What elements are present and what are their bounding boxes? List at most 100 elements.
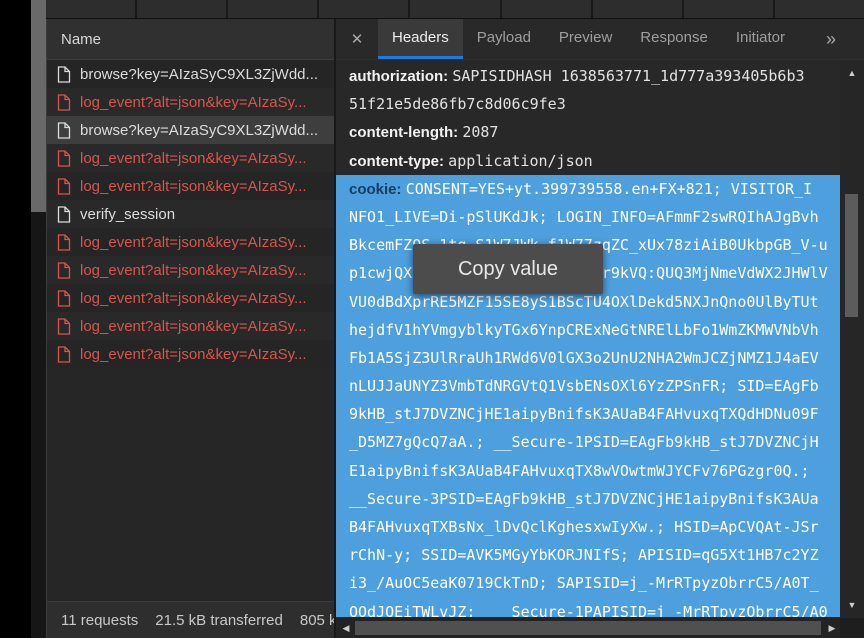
- request-name: browse?key=AIzaSyC9XL3ZjWdd...: [80, 66, 318, 83]
- cookie-line: _D5MZ7gQcQ7aA.; __Secure-1PSID=EAgFb9kHB…: [336, 428, 840, 456]
- header-line: content-length:2087: [336, 118, 840, 146]
- network-request-panel: Name browse?key=AIzaSyC9XL3ZjWdd... log_…: [46, 19, 334, 638]
- request-row[interactable]: log_event?alt=json&key=AIzaSy...: [47, 88, 334, 116]
- copy-value-menu-item[interactable]: Copy value: [413, 244, 603, 294]
- vertical-scrollbar[interactable]: ▲ ▼: [840, 60, 864, 637]
- header-line: 51f21e5de86fb7c8d06c9fe3: [336, 90, 840, 118]
- more-tabs-icon[interactable]: »: [826, 19, 836, 59]
- overview-cell: [410, 0, 499, 18]
- file-icon: [57, 94, 71, 111]
- overview-cell: [502, 0, 591, 18]
- cookie-line: NFO1_LIVE=Di-pSlUKdJk; LOGIN_INFO=AFmmF2…: [336, 203, 840, 231]
- request-row[interactable]: log_event?alt=json&key=AIzaSy...: [47, 312, 334, 340]
- file-icon: [57, 290, 71, 307]
- cookie-line: nLUJJaUNYZ3VmbTdNRGVtQ1VsbENsOXl6YzZPSnF…: [336, 372, 840, 400]
- request-row[interactable]: verify_session: [47, 200, 334, 228]
- request-row[interactable]: log_event?alt=json&key=AIzaSy...: [47, 284, 334, 312]
- header-value: 51f21e5de86fb7c8d06c9fe3: [349, 95, 566, 113]
- header-key: authorization:: [349, 68, 452, 85]
- request-name: log_event?alt=json&key=AIzaSy...: [80, 262, 307, 279]
- request-name: log_event?alt=json&key=AIzaSy...: [80, 178, 307, 195]
- header-value: 2087: [462, 123, 498, 141]
- header-key: content-type:: [349, 153, 448, 170]
- header-line: content-type:application/json: [336, 147, 840, 175]
- file-icon: [57, 234, 71, 251]
- close-icon[interactable]: ✕: [336, 19, 378, 59]
- request-count: 11 requests: [61, 612, 138, 629]
- tab-response[interactable]: Response: [626, 19, 722, 59]
- cookie-line: cookie:CONSENT=YES+yt.399739558.en+FX+82…: [336, 175, 840, 203]
- details-tab-bar: ✕ Headers Payload Preview Response Initi…: [336, 19, 864, 60]
- header-key: content-length:: [349, 124, 462, 141]
- scroll-down-icon[interactable]: ▼: [840, 598, 864, 612]
- page-scrollbar-thumb[interactable]: [31, 0, 46, 212]
- request-row[interactable]: log_event?alt=json&key=AIzaSy...: [47, 256, 334, 284]
- horizontal-scrollbar-thumb[interactable]: [355, 621, 821, 635]
- cookie-line: Fb1A5SjZ3UlRraUh1RWd6V0lGX3o2UnU2NHA2WmJ…: [336, 344, 840, 372]
- request-row[interactable]: log_event?alt=json&key=AIzaSy...: [47, 144, 334, 172]
- request-row[interactable]: log_event?alt=json&key=AIzaSy...: [47, 340, 334, 368]
- file-icon: [57, 318, 71, 335]
- request-name: log_event?alt=json&key=AIzaSy...: [80, 150, 307, 167]
- copy-value-label: Copy value: [458, 258, 558, 281]
- overview-cell: [137, 0, 226, 18]
- transferred-size: 21.5 kB transferred: [155, 612, 283, 629]
- tab-payload[interactable]: Payload: [463, 19, 545, 59]
- request-details-panel: ✕ Headers Payload Preview Response Initi…: [334, 19, 864, 638]
- request-name: log_event?alt=json&key=AIzaSy...: [80, 318, 307, 335]
- tab-initiator[interactable]: Initiator: [722, 19, 799, 59]
- file-icon: [57, 346, 71, 363]
- page-scrollbar[interactable]: [31, 0, 46, 638]
- horizontal-scrollbar[interactable]: ◀ ▶: [336, 618, 842, 638]
- scroll-left-icon[interactable]: ◀: [338, 618, 354, 638]
- file-icon: [57, 262, 71, 279]
- request-row[interactable]: log_event?alt=json&key=AIzaSy...: [47, 172, 334, 200]
- tab-preview[interactable]: Preview: [545, 19, 626, 59]
- cookie-line: QOdJQEiTWLvJZ; __Secure-1PAPISID=j_-MrRT…: [336, 598, 840, 617]
- request-name: verify_session: [80, 206, 175, 223]
- overview-cell: [228, 0, 317, 18]
- request-name: log_event?alt=json&key=AIzaSy...: [80, 290, 307, 307]
- header-value: application/json: [448, 152, 593, 170]
- cookie-line: 9kHB_stJ7DVZNCjHE1aipyBnifsK3AUaB4FAHvux…: [336, 400, 840, 428]
- overview-cell: [319, 0, 408, 18]
- overview-cell: [593, 0, 682, 18]
- overview-cell: [46, 0, 135, 18]
- cookie-key: cookie:: [349, 181, 406, 198]
- cookie-value: CONSENT=YES+yt.399739558.en+FX+821; VISI…: [406, 180, 812, 198]
- request-name: log_event?alt=json&key=AIzaSy...: [80, 234, 307, 251]
- scrollbar-corner: [840, 618, 864, 638]
- name-column-label: Name: [61, 31, 101, 48]
- request-name: browse?key=AIzaSyC9XL3ZjWdd...: [80, 122, 318, 139]
- tab-headers[interactable]: Headers: [378, 19, 463, 59]
- overview-cell: [684, 0, 773, 18]
- overview-cell: [775, 0, 864, 18]
- cookie-header-selected[interactable]: cookie:CONSENT=YES+yt.399739558.en+FX+82…: [336, 175, 840, 617]
- cookie-line: hejdfV1hYVmgyblkyTGx6YnpCRExNeGtNRElLbFo…: [336, 316, 840, 344]
- request-list-empty-area: [47, 368, 334, 601]
- scroll-up-icon[interactable]: ▲: [840, 66, 864, 80]
- vertical-scrollbar-thumb[interactable]: [845, 194, 858, 317]
- name-column-header[interactable]: Name: [47, 19, 334, 60]
- file-icon: [57, 66, 71, 83]
- request-name: log_event?alt=json&key=AIzaSy...: [80, 346, 307, 363]
- cookie-line: __Secure-3PSID=EAgFb9kHB_stJ7DVZNCjHE1ai…: [336, 485, 840, 513]
- header-value: SAPISIDHASH 1638563771_1d777a393405b6b3: [452, 67, 804, 85]
- network-summary-bar: 11 requests 21.5 kB transferred 805 kB: [47, 601, 334, 638]
- headers-content: authorization:SAPISIDHASH 1638563771_1d7…: [336, 60, 840, 617]
- cookie-line: i3_/AuOC5eaK0719CkTnD; SAPISID=j_-MrRTpy…: [336, 569, 840, 597]
- cookie-line: B4FAHvuxqTXBsNx_lDvQclKghesxwIyXw.; HSID…: [336, 513, 840, 541]
- request-row[interactable]: log_event?alt=json&key=AIzaSy...: [47, 228, 334, 256]
- file-icon: [57, 150, 71, 167]
- top-overview-strip: [46, 0, 864, 19]
- request-row-selected[interactable]: browse?key=AIzaSyC9XL3ZjWdd...: [47, 116, 334, 144]
- devtools-window: Name browse?key=AIzaSyC9XL3ZjWdd... log_…: [0, 0, 864, 638]
- resources-size: 805 kB: [300, 612, 334, 629]
- file-icon: [57, 122, 71, 139]
- scroll-right-icon[interactable]: ▶: [824, 618, 840, 638]
- request-name: log_event?alt=json&key=AIzaSy...: [80, 94, 307, 111]
- cookie-line: E1aipyBnifsK3AUaB4FAHvuxqTX8wVOwtmWJYCFv…: [336, 457, 840, 485]
- header-line: authorization:SAPISIDHASH 1638563771_1d7…: [336, 62, 840, 90]
- file-icon: [57, 206, 71, 223]
- request-row[interactable]: browse?key=AIzaSyC9XL3ZjWdd...: [47, 60, 334, 88]
